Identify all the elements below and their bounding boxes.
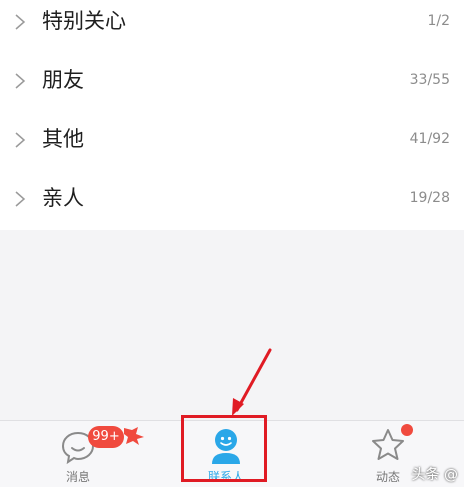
annotation-arrow-icon: [232, 348, 272, 416]
watermark: 头条 @: [411, 467, 458, 483]
